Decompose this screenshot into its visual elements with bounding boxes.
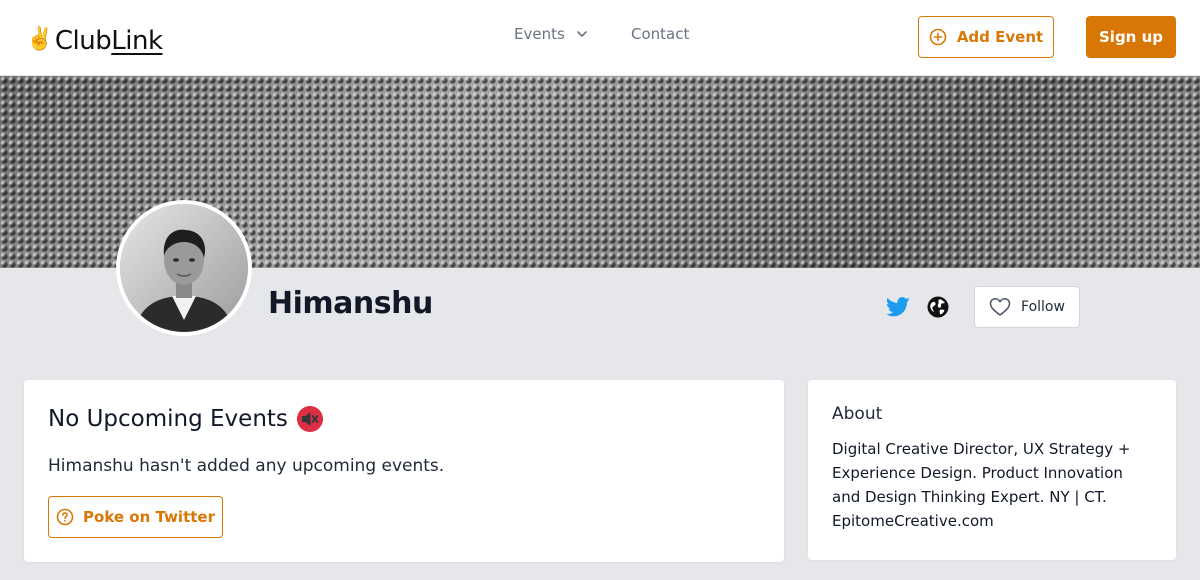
logo-text-link: Link (111, 26, 163, 56)
about-title: About (832, 404, 883, 424)
upcoming-events-card: No Upcoming Events Himanshu hasn't added… (24, 380, 784, 562)
victory-hand-icon: ✌️ (26, 27, 53, 52)
no-events-message: Himanshu hasn't added any upcoming event… (48, 456, 445, 476)
sign-up-button[interactable]: Sign up (1086, 16, 1176, 58)
mute-icon (296, 406, 323, 432)
question-circle-icon (56, 508, 74, 526)
nav-contact-link[interactable]: Contact (631, 25, 689, 43)
logo-text-club: Club (54, 26, 112, 56)
site-header: ✌️ Club Link Events Contact Add Event Si… (0, 0, 1200, 76)
events-title: No Upcoming Events (48, 405, 324, 433)
about-card: About Digital Creative Director, UX Stra… (808, 380, 1176, 560)
twitter-icon[interactable] (886, 296, 910, 318)
about-text: Digital Creative Director, UX Strategy +… (832, 440, 1131, 530)
nav-events-dropdown[interactable]: Events (514, 25, 589, 43)
clublink-logo[interactable]: ✌️ Club Link (26, 20, 163, 56)
chevron-down-icon (576, 31, 587, 37)
profile-name: Himanshu (268, 286, 433, 321)
plus-circle-icon (929, 28, 947, 46)
add-event-button[interactable]: Add Event (918, 16, 1054, 58)
avatar (116, 200, 252, 336)
globe-icon[interactable] (927, 296, 949, 318)
nav-events-label: Events (514, 25, 565, 43)
heart-icon (989, 298, 1011, 316)
follow-button[interactable]: Follow (974, 286, 1080, 328)
follow-label: Follow (1021, 299, 1065, 315)
avatar-photo (120, 204, 248, 332)
add-event-label: Add Event (956, 28, 1044, 46)
poke-label: Poke on Twitter (83, 508, 215, 526)
poke-on-twitter-button[interactable]: Poke on Twitter (48, 496, 223, 538)
events-title-text: No Upcoming Events (48, 406, 288, 432)
